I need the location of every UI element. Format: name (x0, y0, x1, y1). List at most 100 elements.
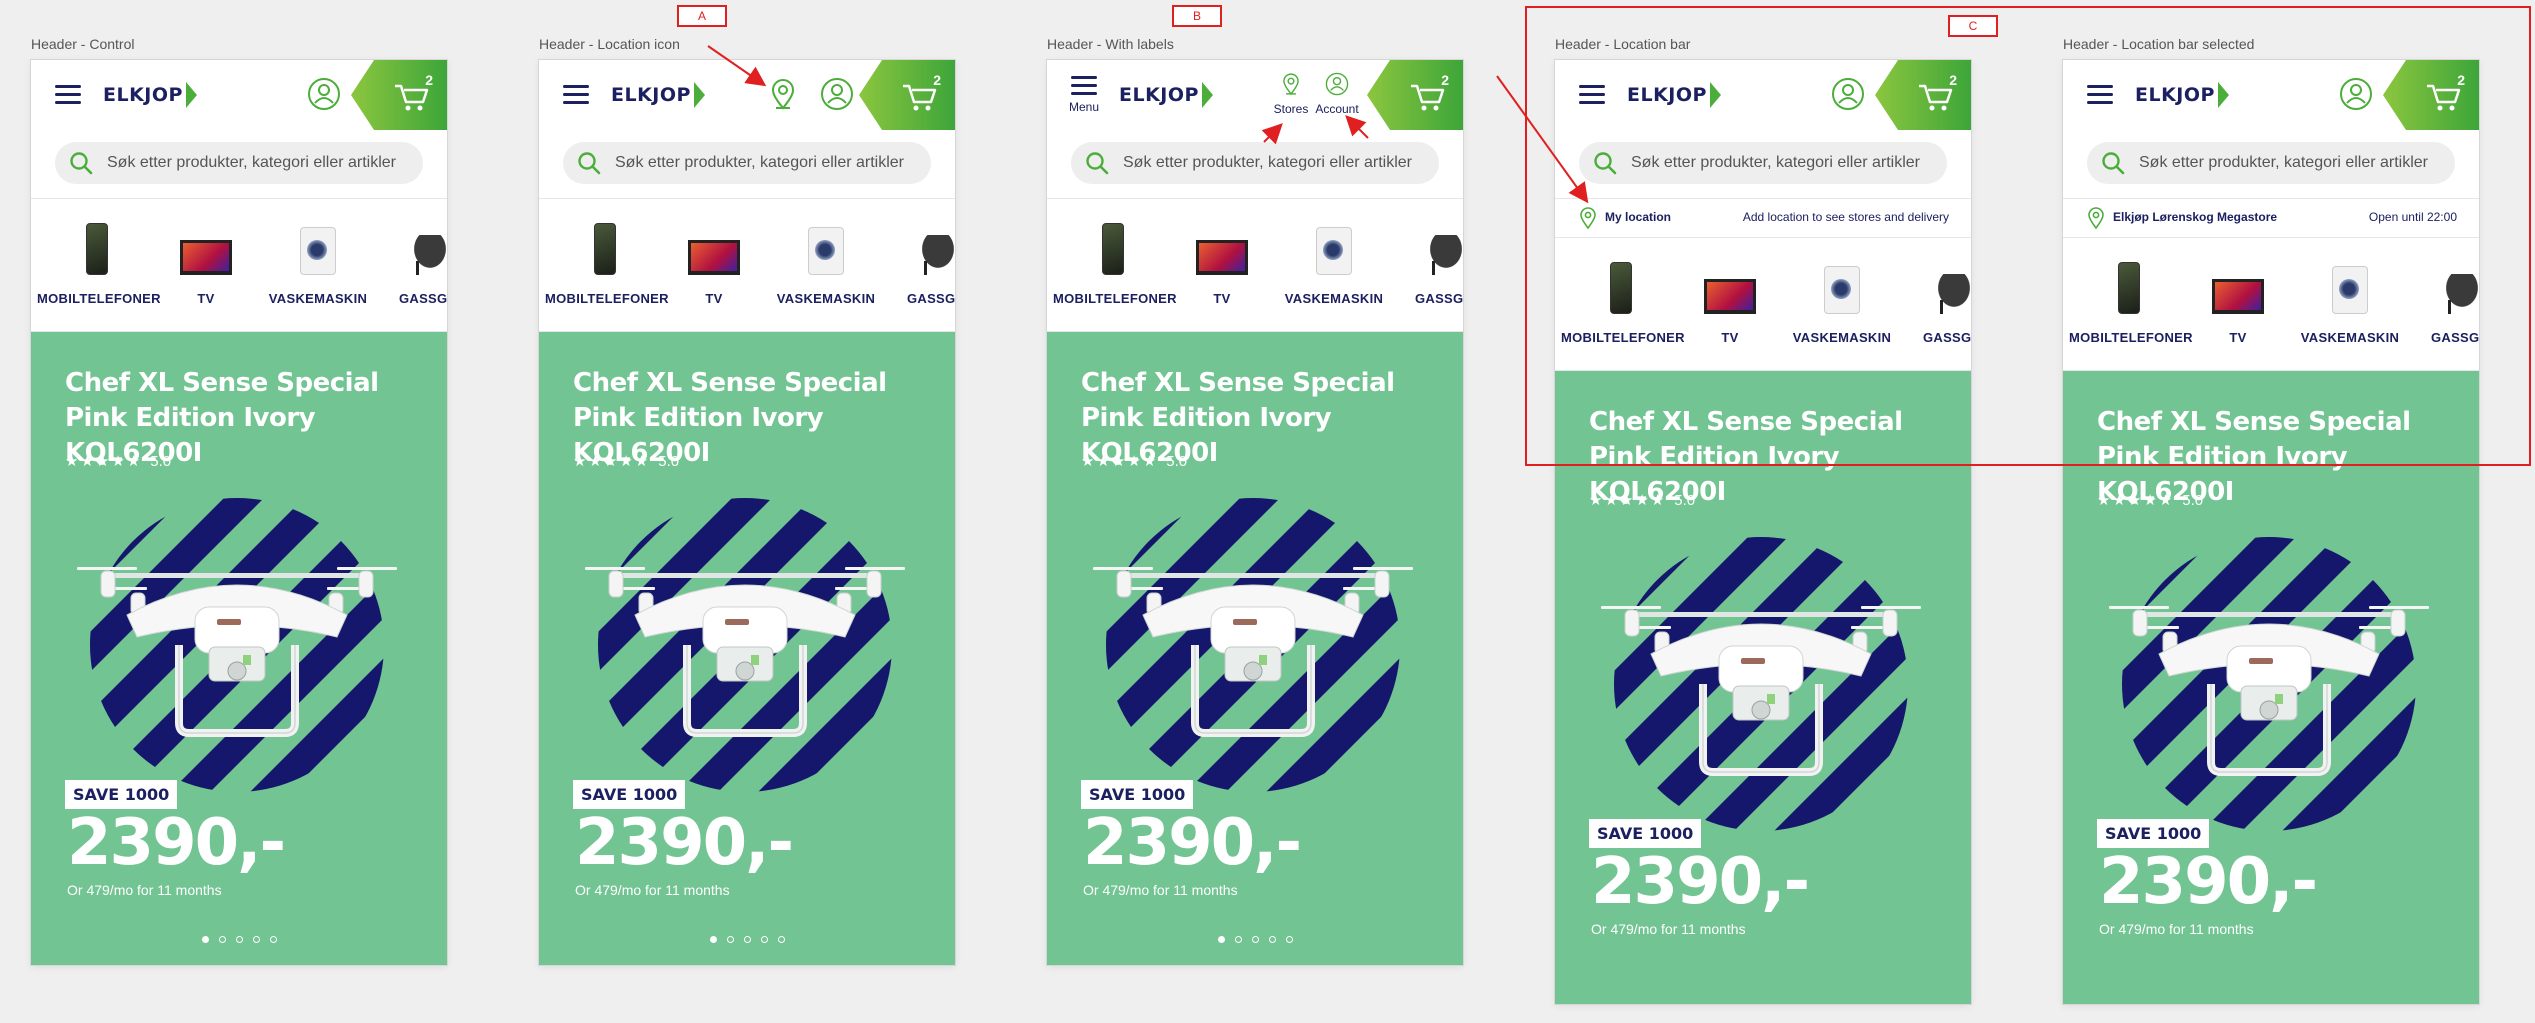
category-image (1782, 258, 1902, 314)
search-input[interactable]: Søk etter produkter, kategori eller arti… (563, 142, 931, 184)
category-item[interactable]: GASSGRI (370, 219, 447, 306)
search-input[interactable]: Søk etter produkter, kategori eller arti… (1579, 142, 1947, 184)
logo[interactable]: ELKJOP (2135, 80, 2229, 110)
carousel-dot[interactable] (201, 936, 209, 943)
category-item[interactable]: GASSGRI (878, 219, 955, 306)
carousel-dot[interactable] (269, 936, 277, 943)
category-image (878, 219, 955, 275)
cart-button[interactable]: 2 (1367, 60, 1463, 130)
account-icon[interactable] (2338, 76, 2374, 112)
hero-banner[interactable]: Chef XL Sense Special Pink Edition Ivory… (539, 332, 955, 965)
carousel-dot[interactable] (1217, 936, 1225, 943)
account-icon[interactable] (1830, 76, 1866, 112)
location-pin-icon[interactable] (765, 76, 801, 112)
category-item[interactable]: GASSGRI (1894, 258, 1971, 345)
category-item[interactable]: VASKEMASKIN (2290, 258, 2410, 345)
search-icon (1071, 151, 1123, 175)
category-label: GASSGRI (1414, 291, 1463, 306)
hero-banner[interactable]: Chef XL Sense Special Pink Edition Ivory… (1047, 332, 1463, 965)
drone-product-image (575, 495, 915, 795)
frame-label: Header - Location bar selected (2063, 36, 2255, 52)
site-header: ELKJOP 2 (2063, 60, 2479, 130)
carousel-dot[interactable] (1268, 936, 1276, 943)
frame-label: Header - With labels (1047, 36, 1174, 52)
category-label: VASKEMASKIN (268, 291, 368, 306)
logo[interactable]: ELKJOP (1627, 80, 1721, 110)
rating-stars-icon: ★★★★★ (1589, 492, 1667, 509)
carousel-dot[interactable] (777, 936, 785, 943)
account-icon[interactable] (306, 76, 342, 112)
menu-icon[interactable] (55, 85, 81, 105)
menu-icon[interactable] (1579, 85, 1605, 105)
category-item[interactable]: MOBILTELEFONER (1053, 219, 1177, 306)
category-item[interactable]: TV (2178, 258, 2298, 345)
carousel-dot[interactable] (218, 936, 226, 943)
category-phone-image (86, 223, 108, 275)
category-washer-image (2332, 266, 2368, 314)
category-item[interactable]: VASKEMASKIN (1274, 219, 1394, 306)
location-bar[interactable]: My location Add location to see stores an… (1555, 199, 1971, 238)
hero-banner[interactable]: Chef XL Sense Special Pink Edition Ivory… (1555, 371, 1971, 1004)
category-image (1053, 219, 1173, 275)
logo[interactable]: ELKJOP (1119, 80, 1213, 110)
save-badge: SAVE 1000 (1081, 780, 1194, 809)
category-item[interactable]: TV (654, 219, 774, 306)
category-item[interactable]: MOBILTELEFONER (545, 219, 669, 306)
location-bar[interactable]: Elkjøp Lørenskog Megastore Open until 22:… (2063, 199, 2479, 238)
search-bar: Søk etter produkter, kategori eller arti… (1555, 130, 1971, 199)
finance-text: Or 479/mo for 11 months (1591, 921, 1746, 937)
menu-icon[interactable] (2087, 85, 2113, 105)
rating-stars-icon: ★★★★★ (65, 453, 143, 470)
category-label: MOBILTELEFONER (37, 291, 161, 306)
category-item[interactable]: MOBILTELEFONER (1561, 258, 1685, 345)
carousel-dot[interactable] (252, 936, 260, 943)
price: 2390,- (1083, 806, 1302, 880)
carousel-dot[interactable] (1251, 936, 1259, 943)
category-item[interactable]: TV (1162, 219, 1282, 306)
carousel-dot[interactable] (1285, 936, 1293, 943)
search-input[interactable]: Søk etter produkter, kategori eller arti… (1071, 142, 1439, 184)
cart-button[interactable]: 2 (351, 60, 447, 130)
carousel-dot[interactable] (1234, 936, 1242, 943)
hero-banner[interactable]: Chef XL Sense Special Pink Edition Ivory… (2063, 371, 2479, 1004)
stores-label[interactable]: Stores (1274, 102, 1309, 116)
logo[interactable]: ELKJOP (103, 80, 197, 110)
logo-text: ELKJOP (1627, 84, 1707, 106)
category-tv-image (2212, 279, 2264, 314)
category-item[interactable]: VASKEMASKIN (1782, 258, 1902, 345)
category-carousel: MOBILTELEFONER TV VASKEMASKIN GASSGRI (31, 199, 447, 332)
category-label: MOBILTELEFONER (2069, 330, 2193, 345)
account-label[interactable]: Account (1315, 102, 1358, 116)
cart-button[interactable]: 2 (859, 60, 955, 130)
rating-value: 5.0 (658, 453, 680, 470)
account-icon[interactable] (819, 76, 855, 112)
category-item[interactable]: MOBILTELEFONER (2069, 258, 2193, 345)
cart-button[interactable]: 2 (2383, 60, 2479, 130)
stores-pin-icon[interactable] (1273, 66, 1309, 102)
search-input[interactable]: Søk etter produkter, kategori eller arti… (2087, 142, 2455, 184)
category-grill-image (2440, 274, 2479, 314)
account-icon[interactable] (1319, 66, 1355, 102)
phone-frame: Menu ELKJOP Stores Account 2 Søk etter produk… (1047, 60, 1463, 965)
category-item[interactable]: GASSGRI (2402, 258, 2479, 345)
carousel-dot[interactable] (726, 936, 734, 943)
cart-button[interactable]: 2 (1875, 60, 1971, 130)
carousel-dot[interactable] (743, 936, 751, 943)
category-item[interactable]: VASKEMASKIN (766, 219, 886, 306)
carousel-dot[interactable] (760, 936, 768, 943)
logo[interactable]: ELKJOP (611, 80, 705, 110)
menu-icon[interactable] (563, 85, 589, 105)
logo-text: ELKJOP (611, 84, 691, 106)
carousel-dot[interactable] (235, 936, 243, 943)
carousel-dot[interactable] (709, 936, 717, 943)
category-item[interactable]: GASSGRI (1386, 219, 1463, 306)
category-image (1670, 258, 1790, 314)
category-image (370, 219, 447, 275)
category-item[interactable]: TV (1670, 258, 1790, 345)
category-item[interactable]: VASKEMASKIN (258, 219, 378, 306)
search-input[interactable]: Søk etter produkter, kategori eller arti… (55, 142, 423, 184)
menu-icon[interactable] (1071, 76, 1097, 96)
category-item[interactable]: MOBILTELEFONER (37, 219, 161, 306)
category-item[interactable]: TV (146, 219, 266, 306)
hero-banner[interactable]: Chef XL Sense Special Pink Edition Ivory… (31, 332, 447, 965)
